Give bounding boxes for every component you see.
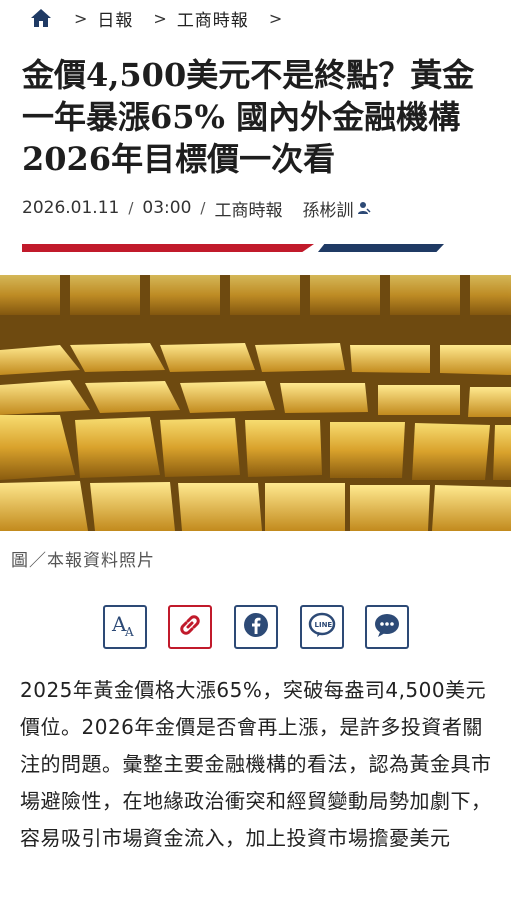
article-source[interactable]: 工商時報 [214, 196, 282, 221]
author-icon[interactable] [357, 201, 371, 215]
article-time: 03:00 [142, 198, 192, 218]
svg-text:A: A [124, 625, 134, 639]
meta-separator: / [128, 199, 134, 217]
chevron-right-icon: > [74, 8, 88, 28]
article-title: 金價4,500美元不是終點？黃金一年暴漲65% 國內外金融機構2026年目標價一… [22, 56, 475, 178]
chevron-right-icon: > [268, 8, 283, 28]
article-meta: 2026.01.11 / 03:00 / 工商時報 孫彬訓 [22, 196, 371, 221]
divider-red [22, 244, 314, 252]
facebook-share-button[interactable] [234, 605, 278, 649]
comment-icon [373, 612, 401, 642]
font-size-icon: AA [110, 610, 140, 644]
svg-text:LINE: LINE [315, 621, 333, 629]
comment-button[interactable] [365, 605, 409, 649]
article-paragraph: 2025年黃金價格大漲65%，突破每盎司4,500美元價位。2026年金價是否會… [20, 678, 492, 850]
chevron-right-icon: > [153, 8, 167, 28]
line-share-button[interactable]: LINE [300, 605, 344, 649]
article-author[interactable]: 孫彬訓 [302, 196, 353, 221]
meta-separator: / [200, 199, 206, 217]
line-icon: LINE [308, 612, 336, 642]
image-caption: 圖／本報資料照片 [11, 551, 155, 571]
link-icon [175, 610, 205, 644]
font-size-button[interactable]: AA [103, 605, 147, 649]
divider-blue [318, 244, 444, 252]
article-image[interactable] [0, 275, 511, 531]
breadcrumb-item-source[interactable]: 工商時報 [177, 6, 249, 31]
facebook-icon [243, 612, 269, 642]
home-icon[interactable] [30, 7, 54, 29]
breadcrumb: > 日報 > 工商時報 > [0, 0, 511, 36]
article-date: 2026.01.11 [22, 198, 120, 218]
copy-link-button[interactable] [168, 605, 212, 649]
share-bar: AA LINE [0, 605, 511, 651]
breadcrumb-item-daily[interactable]: 日報 [97, 6, 133, 31]
